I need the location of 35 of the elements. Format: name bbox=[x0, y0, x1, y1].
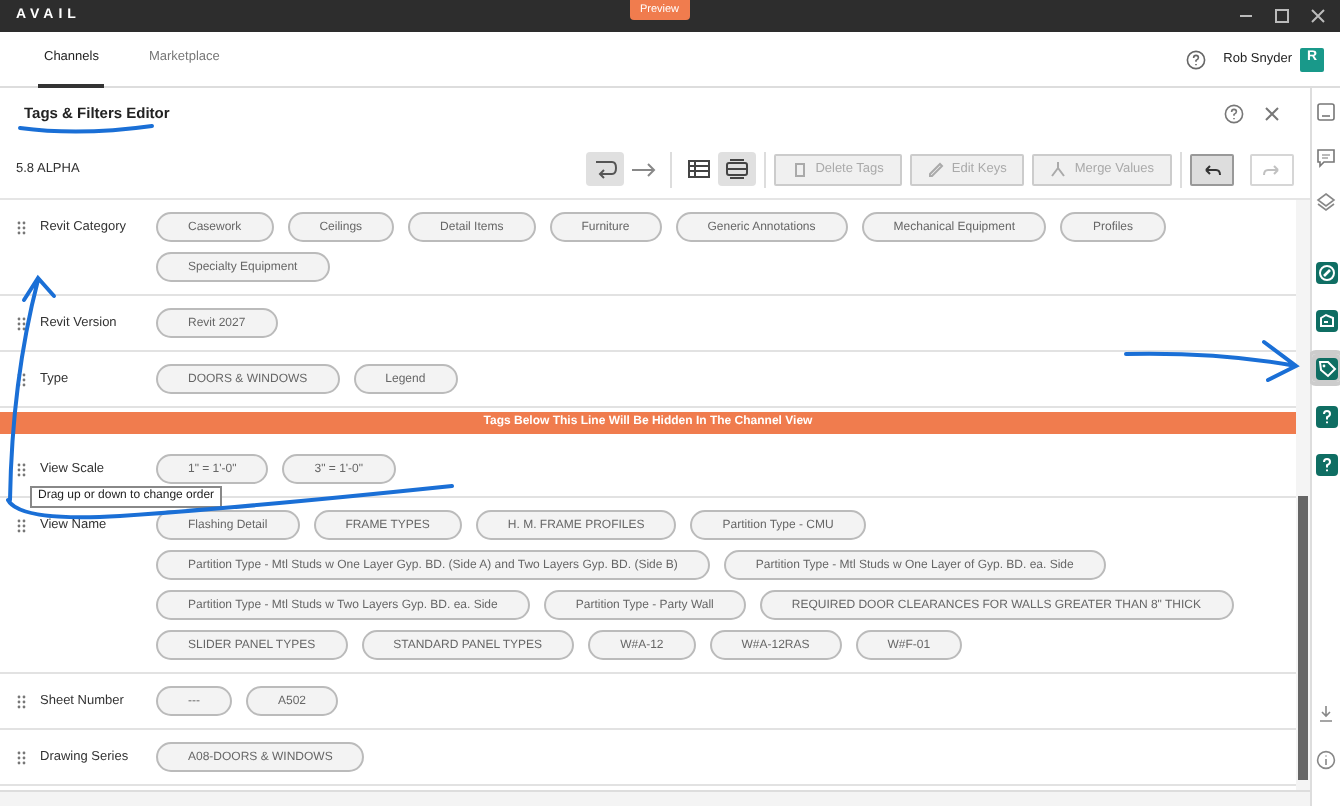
redo-icon bbox=[1260, 161, 1284, 177]
layers-icon[interactable] bbox=[1316, 192, 1336, 212]
drag-handle-icon[interactable] bbox=[16, 219, 28, 235]
help-icon[interactable] bbox=[1315, 453, 1337, 475]
wrap-icon bbox=[591, 156, 618, 182]
trash-icon bbox=[791, 160, 808, 178]
annotation-underline bbox=[18, 124, 154, 134]
maximize-icon[interactable] bbox=[1274, 8, 1290, 24]
table-icon bbox=[685, 156, 712, 182]
drag-handle-icon[interactable] bbox=[16, 749, 28, 765]
scrollbar[interactable] bbox=[1296, 200, 1310, 790]
close-icon[interactable] bbox=[1310, 8, 1326, 24]
undo-icon bbox=[1200, 161, 1224, 177]
chat-icon[interactable] bbox=[1316, 148, 1336, 168]
help-icon[interactable] bbox=[1315, 405, 1337, 427]
drag-handle-icon[interactable] bbox=[16, 693, 28, 709]
image-icon[interactable] bbox=[1316, 102, 1336, 122]
view-toggle[interactable] bbox=[717, 152, 756, 186]
tag-icon[interactable] bbox=[1315, 357, 1337, 379]
help-icon[interactable] bbox=[1185, 49, 1206, 69]
drag-handle-icon[interactable] bbox=[16, 315, 28, 331]
scroll-thumb[interactable] bbox=[1298, 496, 1308, 780]
pencil-icon bbox=[927, 160, 944, 178]
drag-handle-icon[interactable] bbox=[16, 461, 28, 477]
close-icon[interactable] bbox=[1264, 106, 1280, 122]
drag-handle-icon[interactable] bbox=[16, 517, 28, 533]
gauge-icon[interactable] bbox=[1315, 261, 1337, 283]
rows-icon bbox=[723, 156, 750, 182]
merge-icon bbox=[1050, 160, 1067, 178]
horizontal-scrollbar[interactable] bbox=[0, 790, 1310, 806]
info-icon[interactable] bbox=[1316, 750, 1336, 770]
help-icon[interactable] bbox=[1224, 104, 1244, 124]
toolbar-toggle[interactable] bbox=[585, 152, 624, 186]
download-icon[interactable] bbox=[1316, 704, 1336, 724]
history-button[interactable] bbox=[1190, 153, 1234, 185]
